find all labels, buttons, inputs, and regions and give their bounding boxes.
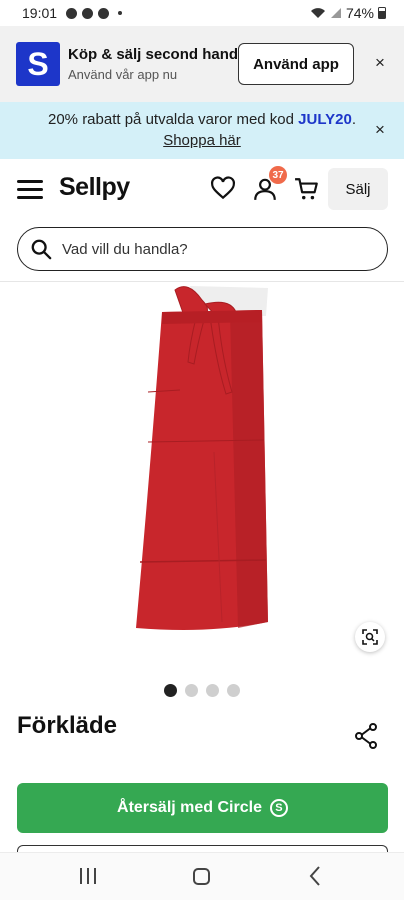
- zoom-icon: [362, 629, 378, 645]
- product-title: Förkläde: [17, 712, 118, 739]
- shop-now-link[interactable]: Shoppa här: [163, 132, 241, 149]
- app-install-banner: S Köp & sälj second hand Använd vår app …: [0, 26, 404, 102]
- promo-period: .: [351, 111, 356, 128]
- sell-button[interactable]: Sälj: [328, 168, 388, 210]
- menu-icon[interactable]: [17, 180, 43, 199]
- messenger-icon: [82, 7, 94, 19]
- status-bar: 19:01 74%: [0, 0, 404, 26]
- wifi-icon: [310, 8, 325, 18]
- resell-label: Återsälj med Circle: [117, 799, 262, 816]
- promo-code: JULY20: [298, 111, 352, 128]
- close-promo-icon[interactable]: ×: [375, 119, 385, 140]
- search-icon: [31, 239, 52, 260]
- app-banner-subtitle: Använd vår app nu: [68, 67, 178, 82]
- system-navigation-bar: [0, 852, 404, 900]
- heart-icon[interactable]: [210, 176, 236, 202]
- settings-icon: [66, 7, 78, 19]
- close-app-banner-icon[interactable]: ×: [375, 53, 385, 73]
- promo-text: 20% rabatt på utvalda varor med kod: [48, 111, 299, 128]
- home-icon[interactable]: [193, 868, 210, 885]
- product-image[interactable]: [0, 282, 404, 672]
- use-app-button[interactable]: Använd app: [238, 43, 354, 85]
- notification-dot-icon: [118, 11, 123, 15]
- pagination-dot-3[interactable]: [206, 684, 219, 697]
- search-input[interactable]: Vad vill du handla?: [62, 241, 188, 258]
- sellpy-logo[interactable]: Sellpy: [59, 173, 130, 202]
- messenger-icon-2: [98, 7, 110, 19]
- zoom-button[interactable]: [355, 622, 385, 652]
- site-header: Sellpy 37 Sälj: [0, 159, 404, 219]
- status-time: 19:01: [22, 5, 58, 21]
- cart-icon[interactable]: [294, 176, 320, 202]
- pagination-dot-4[interactable]: [227, 684, 240, 697]
- battery-icon: [378, 7, 386, 19]
- circle-logo-icon: S: [269, 799, 288, 817]
- promo-banner: 20% rabatt på utvalda varor med kod JULY…: [0, 102, 404, 159]
- back-icon[interactable]: [308, 865, 322, 887]
- app-banner-title: Köp & sälj second hand: [68, 46, 239, 63]
- signal-icon: [330, 8, 341, 18]
- search-bar[interactable]: Vad vill du handla?: [17, 227, 388, 271]
- recent-apps-icon[interactable]: [80, 868, 96, 884]
- notification-badge: 37: [269, 166, 287, 184]
- image-pagination: [0, 684, 404, 697]
- resell-circle-button[interactable]: Återsälj med Circle S: [17, 783, 388, 833]
- pagination-dot-1[interactable]: [164, 684, 177, 697]
- pagination-dot-2[interactable]: [185, 684, 198, 697]
- battery-percent: 74%: [345, 5, 374, 21]
- share-icon[interactable]: [354, 723, 378, 749]
- sellpy-app-logo: S: [16, 42, 60, 86]
